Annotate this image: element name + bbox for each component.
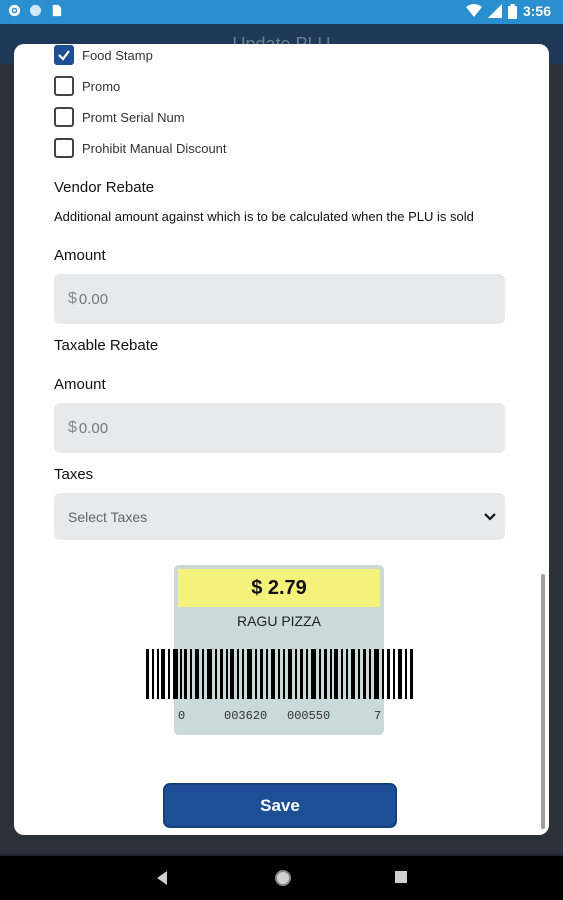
checkbox-row-food-stamp[interactable]: Food Stamp	[54, 44, 153, 66]
checkbox-label: Promt Serial Num	[82, 109, 185, 125]
taxable-amount-label: Amount	[54, 376, 106, 393]
nav-home-icon[interactable]	[274, 869, 292, 887]
checkbox-row-prohibit-manual-discount[interactable]: Prohibit Manual Discount	[54, 137, 227, 159]
barcode-digit-group-1: 003620	[224, 709, 268, 723]
food-stamp-checkbox[interactable]	[54, 45, 74, 65]
prohibit-manual-discount-checkbox[interactable]	[54, 138, 74, 158]
taxable-amount-value: 0.00	[78, 419, 109, 437]
taxes-select-placeholder: Select Taxes	[68, 508, 148, 525]
checkbox-row-promo[interactable]: Promo	[54, 75, 120, 97]
taxes-label: Taxes	[54, 466, 94, 483]
taxable-rebate-heading: Taxable Rebate	[54, 337, 159, 354]
currency-symbol: $	[68, 419, 77, 436]
checkbox-label: Prohibit Manual Discount	[82, 140, 227, 156]
nav-back-icon[interactable]	[155, 870, 169, 886]
taxes-select[interactable]: Select Taxes	[54, 493, 505, 540]
vendor-amount-input[interactable]: $ 0.00	[54, 274, 505, 324]
checkbox-row-promt-serial-num[interactable]: Promt Serial Num	[54, 106, 185, 128]
barcode-image	[146, 649, 413, 699]
barcode-digit-last: 7	[374, 709, 382, 723]
circle-icon	[29, 4, 42, 17]
vendor-amount-value: 0.00	[78, 290, 109, 308]
checkbox-label: Food Stamp	[82, 47, 153, 63]
checkbox-label: Promo	[82, 78, 121, 94]
gear-icon	[8, 4, 21, 17]
save-button[interactable]: Save	[163, 783, 397, 828]
tag-price: $ 2.79	[178, 569, 380, 607]
system-nav-bar	[0, 856, 563, 900]
wifi-icon	[465, 4, 482, 17]
nav-recent-apps-icon[interactable]	[395, 871, 407, 883]
tag-product-name: RAGU PIZZA	[236, 613, 321, 629]
vendor-rebate-heading: Vendor Rebate	[54, 179, 155, 196]
barcode-digit-group-2: 000550	[287, 709, 331, 723]
barcode-digits: 0 003620 000550 7	[178, 709, 382, 725]
sim-icon	[52, 4, 62, 17]
status-time: 3:56	[522, 3, 551, 19]
vendor-rebate-description: Additional amount against which is to be…	[54, 209, 474, 224]
update-plu-dialog: Food Stamp Promo Promt Serial Num Prohib…	[14, 44, 549, 835]
currency-symbol: $	[68, 290, 77, 307]
barcode-digit-first: 0	[178, 709, 186, 723]
battery-icon	[507, 3, 517, 19]
signal-icon	[487, 4, 502, 18]
scrollbar[interactable]	[541, 574, 545, 829]
status-bar: 3:56	[0, 0, 563, 24]
taxable-amount-input[interactable]: $ 0.00	[54, 403, 505, 453]
promo-checkbox[interactable]	[54, 76, 74, 96]
chevron-down-icon	[475, 512, 505, 522]
check-icon	[58, 50, 70, 61]
promt-serial-num-checkbox[interactable]	[54, 107, 74, 127]
vendor-amount-label: Amount	[54, 247, 106, 264]
